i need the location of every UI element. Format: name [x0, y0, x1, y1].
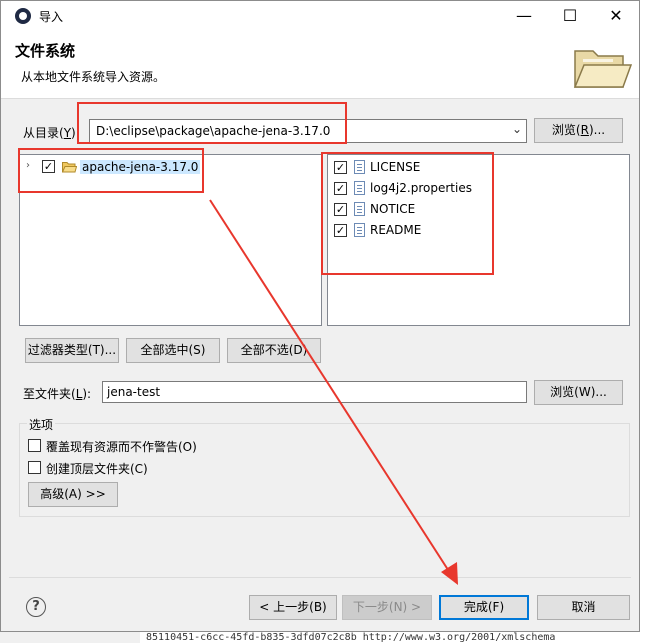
overwrite-option[interactable]: 覆盖现有资源而不作警告(O) [28, 438, 228, 454]
finish-button[interactable]: 完成(F) [439, 595, 529, 620]
page-description: 从本地文件系统导入资源。 [21, 70, 166, 84]
background-editor-text: 85110451-c6cc-45fd-b835-3dfd07c2c8b http… [140, 632, 647, 643]
help-icon[interactable]: ? [26, 597, 46, 617]
destination-folder-label: 至文件夹(L): [23, 387, 92, 401]
back-button[interactable]: < 上一步(B) [249, 595, 337, 620]
close-button[interactable]: ✕ [593, 1, 639, 31]
minimize-button[interactable]: — [501, 1, 547, 31]
files-highlight [321, 152, 494, 275]
page-title: 文件系统 [15, 42, 76, 60]
browse-destination-button[interactable]: 浏览(W)... [534, 380, 623, 405]
select-all-button[interactable]: 全部选中(S) [126, 338, 220, 363]
destination-folder-input[interactable]: jena-test [102, 381, 527, 403]
deselect-all-button[interactable]: 全部不选(D) [227, 338, 321, 363]
source-directory-highlight [77, 102, 347, 144]
window-title: 导入 [39, 10, 64, 24]
overwrite-label: 覆盖现有资源而不作警告(O) [46, 440, 197, 454]
source-directory-label: 从目录(Y): [23, 126, 80, 140]
create-top-folder-checkbox[interactable] [28, 461, 41, 474]
browse-source-button[interactable]: 浏览(R)... [534, 118, 623, 143]
cancel-button[interactable]: 取消 [537, 595, 630, 620]
options-group-label: 选项 [27, 416, 56, 433]
overwrite-checkbox[interactable] [28, 439, 41, 452]
footer-divider [9, 577, 631, 578]
title-bar: 导入 — ☐ ✕ [1, 1, 639, 31]
create-top-folder-option[interactable]: 创建顶层文件夹(C) [28, 460, 188, 476]
wizard-header: 文件系统 从本地文件系统导入资源。 [1, 31, 639, 99]
options-group: 覆盖现有资源而不作警告(O) 创建顶层文件夹(C) 高级(A) >> [19, 423, 630, 517]
import-dialog: 导入 — ☐ ✕ 文件系统 从本地文件系统导入资源。 从目录(Y): D:\ec… [0, 0, 640, 632]
maximize-button[interactable]: ☐ [547, 1, 593, 31]
create-top-folder-label: 创建顶层文件夹(C) [46, 462, 148, 476]
chevron-down-icon[interactable]: ⌄ [512, 122, 522, 136]
filter-types-button[interactable]: 过滤器类型(T)... [25, 338, 119, 363]
advanced-button[interactable]: 高级(A) >> [28, 482, 118, 507]
folder-highlight [18, 148, 204, 193]
eclipse-icon [15, 8, 31, 24]
open-folder-icon [573, 50, 633, 88]
next-button[interactable]: 下一步(N) > [342, 595, 432, 620]
